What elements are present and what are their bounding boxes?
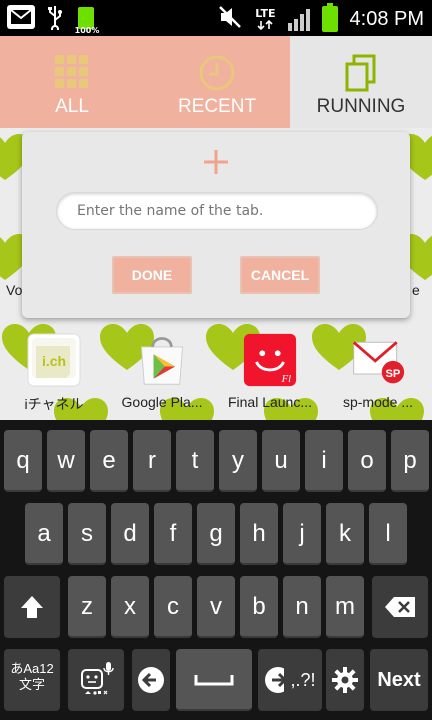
key-u[interactable]: u: [262, 430, 300, 492]
background-label-right: e: [412, 282, 420, 298]
shift-arrow-icon: [21, 596, 43, 618]
app-label: iチャネル: [24, 396, 84, 412]
input-mode-bottom: 文字: [18, 677, 45, 692]
key-t[interactable]: t: [176, 430, 214, 492]
key-j[interactable]: j: [283, 503, 321, 565]
key-g[interactable]: g: [197, 503, 235, 565]
mute-icon: [217, 4, 243, 34]
key-d[interactable]: d: [111, 503, 149, 565]
key-n[interactable]: n: [283, 576, 321, 638]
cursor-left-key[interactable]: [132, 649, 170, 711]
key-a[interactable]: a: [25, 503, 63, 565]
battery-icon: [321, 3, 338, 32]
soft-keyboard: q w e r t y u i o p a s d f g h j k l z …: [0, 420, 432, 720]
signal-icon: [287, 7, 310, 31]
ichannel-icon: i.ch: [27, 333, 81, 387]
app-label: Final Launc...: [227, 394, 313, 410]
app-label: sp-mode ...: [342, 394, 414, 410]
space-icon: [194, 675, 234, 686]
tab-recent-label: RECENT: [177, 96, 257, 117]
shift-key[interactable]: [4, 576, 60, 638]
grid-icon: [54, 54, 90, 96]
play-store-icon: [140, 337, 184, 385]
key-c[interactable]: c: [154, 576, 192, 638]
gear-icon: [332, 667, 358, 693]
usb-icon: [46, 4, 64, 34]
key-p[interactable]: p: [391, 430, 429, 492]
key-s[interactable]: s: [68, 503, 106, 565]
key-y[interactable]: y: [219, 430, 257, 492]
status-bar: 100% LTE 4:08 PM: [0, 0, 432, 36]
plus-icon: [202, 148, 230, 182]
key-l[interactable]: l: [369, 503, 407, 565]
app-row: i.ch iチャネル Google Pla... Fl Final Launc.…: [0, 328, 432, 420]
key-o[interactable]: o: [348, 430, 386, 492]
cancel-button[interactable]: CANCEL: [240, 256, 320, 294]
key-z[interactable]: z: [68, 576, 106, 638]
done-button[interactable]: DONE: [112, 256, 192, 294]
notification-mail-icon: [6, 4, 36, 34]
arrow-left-icon: [138, 667, 164, 693]
tab-all-label: ALL: [55, 96, 89, 117]
app-google-play[interactable]: Google Pla...: [108, 332, 216, 410]
app-sp-mode-mail[interactable]: SP sp-mode ...: [324, 332, 432, 410]
lte-icon: LTE: [255, 8, 276, 31]
punctuation-key[interactable]: ,.?!: [284, 649, 322, 711]
battery-full-icon: 100%: [74, 5, 100, 35]
clock-icon: [198, 54, 236, 98]
key-e[interactable]: e: [90, 430, 128, 492]
svg-text:SP: SP: [385, 368, 400, 380]
key-w[interactable]: w: [47, 430, 85, 492]
backspace-icon: [385, 597, 415, 617]
next-key[interactable]: Next: [370, 649, 428, 711]
app-final-launcher[interactable]: Fl Final Launc...: [216, 332, 324, 410]
space-key[interactable]: [176, 649, 252, 711]
clock: 4:08 PM: [349, 7, 424, 30]
key-f[interactable]: f: [154, 503, 192, 565]
stack-icon: [344, 54, 378, 100]
key-k[interactable]: k: [326, 503, 364, 565]
emoji-voice-key[interactable]: [68, 649, 124, 711]
sp-mode-mail-icon: SP: [352, 341, 405, 384]
app-label: Google Pla...: [121, 394, 203, 410]
settings-key[interactable]: [326, 649, 364, 711]
add-tab-dialog: DONE CANCEL: [22, 132, 410, 318]
background-label-left: Vo: [6, 282, 23, 298]
key-q[interactable]: q: [4, 430, 42, 492]
backspace-key[interactable]: [372, 576, 428, 638]
key-h[interactable]: h: [240, 503, 278, 565]
key-m[interactable]: m: [326, 576, 364, 638]
input-mode-top: あAa12: [10, 661, 54, 676]
key-r[interactable]: r: [133, 430, 171, 492]
app-ichannel[interactable]: i.ch iチャネル: [0, 332, 108, 414]
key-i[interactable]: i: [305, 430, 343, 492]
emoji-mic-icon: [81, 662, 114, 695]
final-launcher-icon: Fl: [243, 333, 297, 387]
input-mode-key[interactable]: あAa12 文字: [4, 649, 60, 711]
svg-text:i.ch: i.ch: [42, 353, 66, 369]
key-v[interactable]: v: [197, 576, 235, 638]
tab-name-input[interactable]: [56, 192, 378, 230]
tab-bar: ALL RECENT RUNNING: [0, 36, 432, 128]
svg-text:Fl: Fl: [281, 374, 291, 385]
tab-recent[interactable]: RECENT: [144, 36, 290, 128]
battery-percent: 100%: [74, 26, 100, 35]
tab-running[interactable]: RUNNING: [290, 36, 432, 128]
key-b[interactable]: b: [240, 576, 278, 638]
tab-all[interactable]: ALL: [0, 36, 144, 128]
key-x[interactable]: x: [111, 576, 149, 638]
